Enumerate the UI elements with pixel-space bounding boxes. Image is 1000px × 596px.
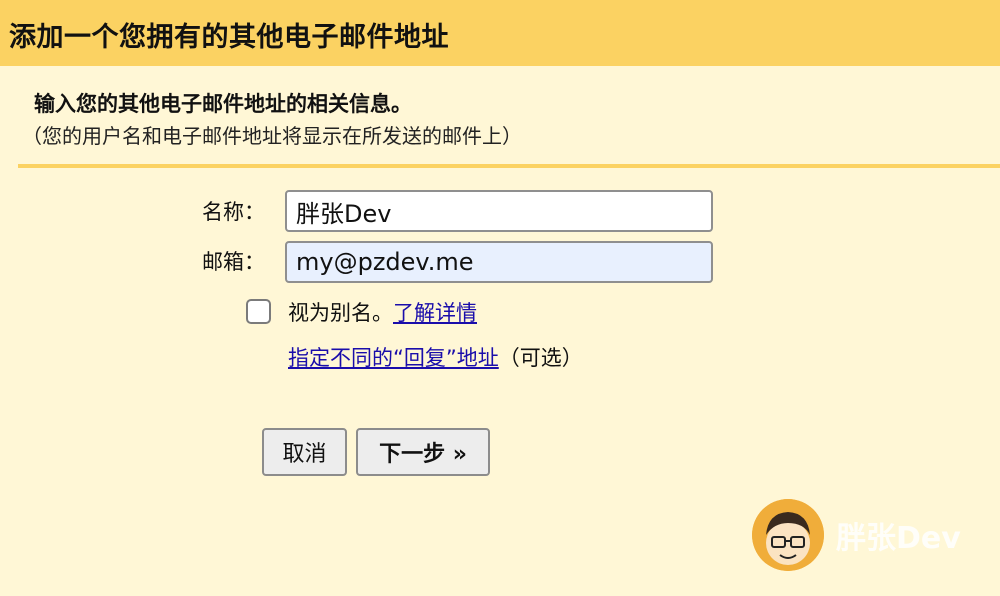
email-input[interactable] [285,241,713,283]
cancel-button[interactable]: 取消 [262,428,347,476]
name-input[interactable] [285,190,713,232]
email-label: 邮箱： [202,250,265,274]
reply-to-optional: （可选） [498,346,583,370]
alias-label: 视为别名。 [288,301,393,325]
watermark-text: 胖张Dev [836,521,961,556]
intro-lead: 输入您的其他电子邮件地址的相关信息。 [34,92,412,116]
alias-row: 视为别名。了解详情 [288,297,477,327]
alias-checkbox[interactable] [246,299,271,324]
avatar-icon [752,499,824,571]
learn-more-link[interactable]: 了解详情 [393,301,477,325]
name-label: 名称： [202,200,265,224]
intro-note: （您的用户名和电子邮件地址将显示在所发送的邮件上） [22,124,522,148]
reply-to-link[interactable]: 指定不同的“回复”地址 [288,346,499,370]
reply-to-row: 指定不同的“回复”地址（可选） [288,342,583,372]
next-step-button[interactable]: 下一步 » [356,428,490,476]
divider [18,164,1000,168]
dialog-header: 添加一个您拥有的其他电子邮件地址 [0,0,1000,66]
watermark: 胖张Dev [752,499,961,571]
dialog-title: 添加一个您拥有的其他电子邮件地址 [9,22,449,53]
intro-section: 输入您的其他电子邮件地址的相关信息。 （您的用户名和电子邮件地址将显示在所发送的… [22,88,522,148]
